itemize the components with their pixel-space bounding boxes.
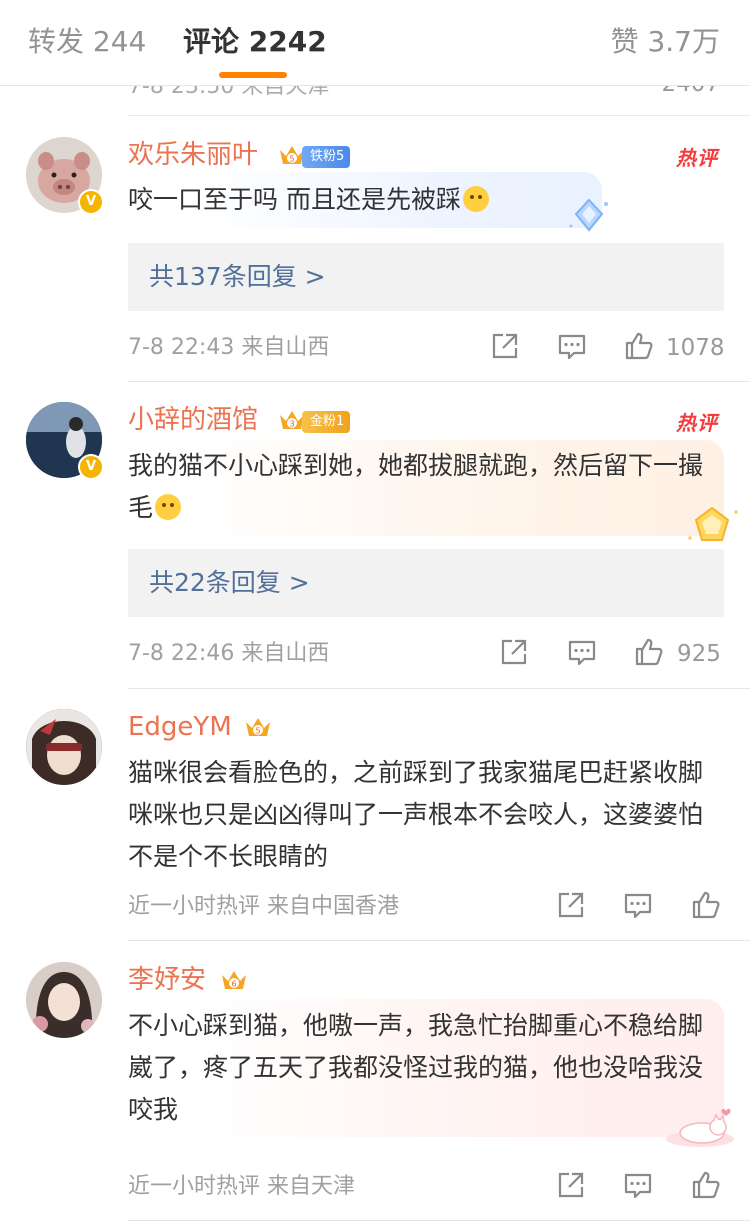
tab-comments[interactable]: 评论 2242 [183, 22, 327, 62]
like-count: 1078 [666, 335, 725, 361]
comment-icon[interactable] [622, 889, 654, 921]
comment-time-source: 7-8 22:46 来自山西 [128, 641, 330, 666]
comment-text: 猫咪很会看脸色的，之前踩到了我家猫尾巴赶紧收脚咪咪也只是凶凶得叫了一声根本不会咬… [128, 758, 704, 871]
svg-text:6: 6 [231, 980, 236, 989]
comment-text: 我的猫不小心踩到她，她都拔腿就跑，然后留下一撮毛 [128, 451, 704, 522]
comment-time-source: 近一小时热评 来自中国香港 [128, 894, 399, 919]
username[interactable]: 小辞的酒馆 [128, 402, 258, 438]
comment-icon[interactable] [556, 330, 588, 362]
avatar[interactable] [26, 709, 102, 785]
username[interactable]: EdgeYM [128, 709, 232, 745]
replies-expander[interactable]: 共22条回复 > [128, 549, 724, 617]
username[interactable]: 欢乐朱丽叶 [128, 137, 258, 173]
replies-count-link[interactable]: 共22条回复 > [149, 565, 310, 601]
divider [128, 1220, 750, 1221]
like-icon[interactable] [690, 889, 722, 921]
crown-icon: 5 [246, 718, 270, 736]
comment-text: 咬一口至于吗 而且还是先被踩 [128, 179, 708, 221]
like-icon[interactable] [623, 330, 655, 362]
svg-text:3: 3 [289, 420, 294, 429]
crown-icon: 6 [222, 971, 246, 989]
share-icon[interactable] [498, 636, 530, 668]
girl-portrait-icon [26, 962, 102, 1038]
like-icon[interactable] [633, 636, 665, 668]
gold-gem-decoration-icon [688, 506, 738, 541]
comment-meta-bar: 近一小时热评 来自天津 [0, 1167, 750, 1207]
comment-item: EdgeYM 5 猫咪很会看脸色的，之前踩到了我家猫尾巴赶紧收脚咪咪也只是凶凶得… [0, 689, 750, 939]
sweat-emoji-icon [155, 494, 182, 520]
share-icon[interactable] [555, 1169, 587, 1201]
like-count: 925 [677, 641, 721, 667]
fan-badge: 金粉1 [302, 411, 351, 433]
avatar[interactable] [26, 962, 102, 1038]
comment-text: 不小心踩到猫，他嗷一声，我急忙抬脚重心不稳给脚崴了，疼了五天了我都没怪过我的猫，… [128, 1011, 704, 1124]
comment-icon[interactable] [622, 1169, 654, 1201]
active-tab-indicator [219, 72, 287, 78]
sleeping-cat-decoration-icon [666, 1108, 734, 1147]
share-icon[interactable] [489, 330, 521, 362]
comment-item: 李妤安 6 不小心踩到猫，他嗷一声，我急忙抬脚重心不稳给脚崴了，疼了五天了我都没… [0, 941, 750, 1225]
replies-expander[interactable]: 共137条回复 > [128, 243, 724, 311]
comment-time-source: 近一小时热评 来自天津 [128, 1174, 355, 1199]
laughing-emoji-icon [462, 186, 489, 212]
comment-item: V 小辞的酒馆 3 金粉1 热评 我的猫不小心踩到她，她都拔腿就跑，然后留下一撮… [0, 382, 750, 687]
comment-meta-bar: 近一小时热评 来自中国香港 [0, 887, 750, 927]
anime-character-icon [26, 709, 102, 785]
like-icon[interactable] [690, 1169, 722, 1201]
tab-likes[interactable]: 赞 3.7万 [611, 22, 720, 62]
comment-time-source: 7-8 22:43 来自山西 [128, 335, 330, 360]
fan-badge: 铁粉5 [302, 146, 351, 168]
svg-text:5: 5 [255, 727, 260, 736]
username[interactable]: 李妤安 [128, 962, 206, 998]
comment-meta-bar: 7-8 22:43 来自山西 1078 [0, 328, 750, 368]
share-icon[interactable] [555, 889, 587, 921]
tab-reposts[interactable]: 转发 244 [28, 22, 146, 62]
comment-tabs-bar: 转发 244 评论 2242 赞 3.7万 [0, 0, 750, 86]
verified-badge-icon: V [78, 189, 104, 215]
comment-meta-bar: 7-8 22:46 来自山西 925 [0, 634, 750, 674]
replies-count-link[interactable]: 共137条回复 > [149, 259, 326, 295]
comment-item: V 欢乐朱丽叶 5 铁粉5 热评 咬一口至于吗 而且还是先被踩 共137条回复 … [0, 116, 750, 381]
svg-text:5: 5 [289, 155, 294, 164]
hot-comment-tag: 热评 [676, 411, 718, 435]
diamond-decoration-icon [569, 198, 608, 232]
hot-comment-tag: 热评 [676, 146, 718, 170]
verified-badge-icon: V [78, 454, 104, 480]
comment-icon[interactable] [566, 636, 598, 668]
